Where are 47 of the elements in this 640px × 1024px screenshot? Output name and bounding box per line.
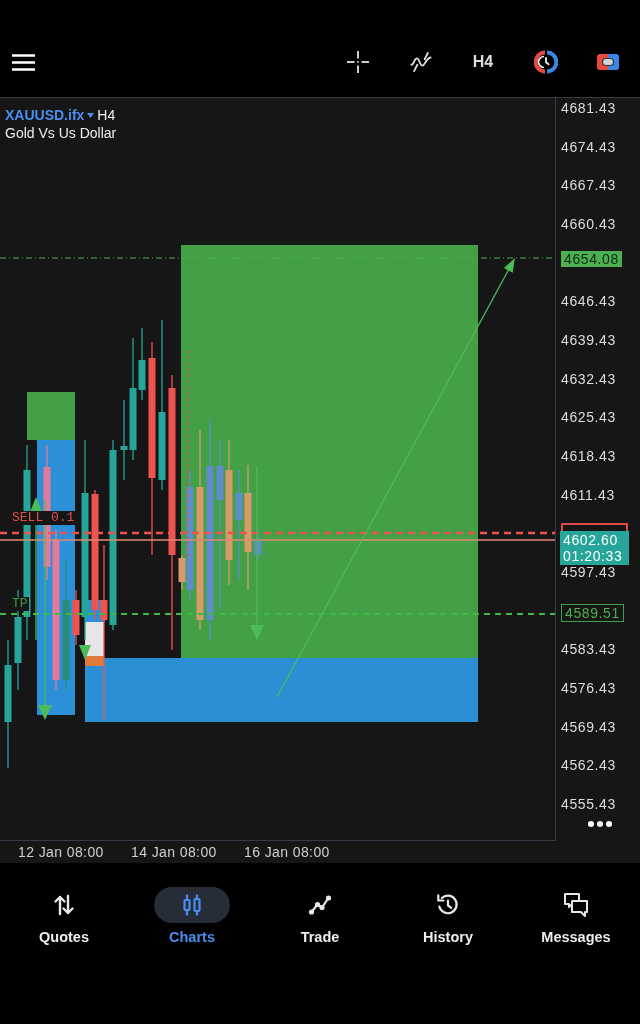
more-icon[interactable] — [588, 821, 612, 827]
up-down-arrows-icon — [52, 893, 76, 917]
nav-tab[interactable]: Messages — [512, 887, 640, 946]
price-label: 4597.43 — [561, 562, 616, 582]
crosshair-icon[interactable] — [347, 51, 369, 73]
line-chart-icon — [308, 893, 332, 917]
arrow-marker — [79, 645, 91, 660]
timeframe-label: H4 — [97, 107, 116, 123]
symbol-description: Gold Vs Us Dollar — [5, 125, 117, 142]
price-label: 4562.43 — [561, 756, 616, 776]
nav-tab[interactable]: Trade — [256, 887, 384, 946]
price-label: 4646.43 — [561, 292, 616, 312]
candle — [254, 529, 262, 561]
price-label: 4583.43 — [561, 640, 616, 660]
candlestick-icon — [154, 887, 230, 923]
price-label: 4569.43 — [561, 717, 616, 737]
price-label: 4667.43 — [561, 176, 616, 196]
price-label: 4625.43 — [561, 408, 616, 428]
caret-icon[interactable] — [87, 112, 95, 118]
price-label: 4632.43 — [561, 369, 616, 389]
history-icon — [436, 893, 460, 917]
price-tag: 4654.08 — [561, 250, 622, 267]
price-label: 4681.43 — [561, 99, 616, 118]
countdown-text: 01:20:33 — [563, 548, 624, 565]
order-label: SELL 0.1 — [11, 511, 76, 525]
time-label: 12 Jan 08:00 — [18, 843, 105, 862]
price-label: 4555.43 — [561, 794, 616, 814]
nav-tab[interactable]: Charts — [128, 887, 256, 946]
order-label: TP — [11, 597, 29, 611]
timeframe-button[interactable]: H4 — [459, 44, 507, 80]
price-label: 4576.43 — [561, 678, 616, 698]
price-tag: 4589.51 — [561, 603, 624, 622]
nav-tab[interactable]: History — [384, 887, 512, 946]
price-label: 4674.43 — [561, 137, 616, 157]
time-label: 16 Jan 08:00 — [244, 843, 331, 862]
price-text: 4602.60 — [563, 532, 619, 549]
chat-bubbles-icon — [564, 893, 588, 917]
menu-icon[interactable] — [12, 53, 35, 71]
symbol-label[interactable]: XAUUSD.ifx — [5, 107, 85, 123]
nav-tab[interactable]: Quotes — [0, 887, 128, 946]
price-label: 4611.43 — [561, 485, 615, 505]
wave-icon[interactable] — [409, 51, 432, 73]
time-label: 14 Jan 08:00 — [131, 843, 218, 862]
price-label: 4660.43 — [561, 214, 616, 234]
clock-ring-icon[interactable] — [533, 50, 558, 74]
price-label: 4639.43 — [561, 330, 616, 350]
price-label: 4618.43 — [561, 446, 616, 466]
